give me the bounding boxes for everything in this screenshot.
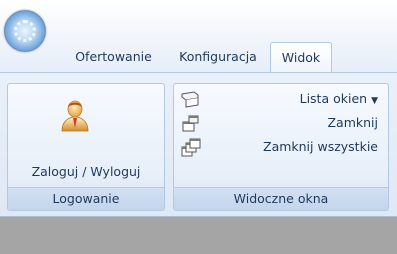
tab-widok[interactable]: Widok — [270, 42, 332, 74]
close-all-windows-button[interactable]: Zamknij wszystkie — [178, 136, 382, 158]
chevron-down-icon: ▼ — [371, 96, 378, 106]
group-title-widoczne-okna: Widoczne okna — [174, 187, 388, 210]
group-logowanie: Zaloguj / Wyloguj Logowanie — [7, 83, 165, 211]
workspace-area — [0, 217, 397, 254]
user-icon — [61, 100, 89, 132]
tab-konfiguracja[interactable]: Konfiguracja — [170, 42, 266, 72]
close-window-label: Zamknij — [327, 115, 378, 130]
app-orb-icon[interactable] — [4, 10, 46, 52]
close-window-button[interactable]: Zamknij — [178, 112, 382, 134]
window-list-button[interactable]: Lista okien ▼ — [178, 88, 382, 110]
group-widoczne-okna: Lista okien ▼ Zamknij Zamknij wszystkie W… — [173, 83, 389, 211]
close-all-windows-label: Zamknij wszystkie — [263, 139, 378, 154]
login-logout-label: Zaloguj / Wyloguj — [31, 164, 141, 179]
window-list-label: Lista okien — [299, 91, 368, 106]
close-all-windows-icon — [181, 138, 201, 157]
login-logout-button[interactable]: Zaloguj / Wyloguj — [8, 84, 164, 188]
group-title-logowanie: Logowanie — [8, 187, 164, 210]
tab-ofertowanie[interactable]: Ofertowanie — [60, 42, 167, 72]
window-list-icon — [181, 91, 199, 108]
ribbon-panel: Zaloguj / Wyloguj Logowanie Lista okien ▼… — [0, 73, 397, 217]
close-window-icon — [182, 115, 199, 132]
